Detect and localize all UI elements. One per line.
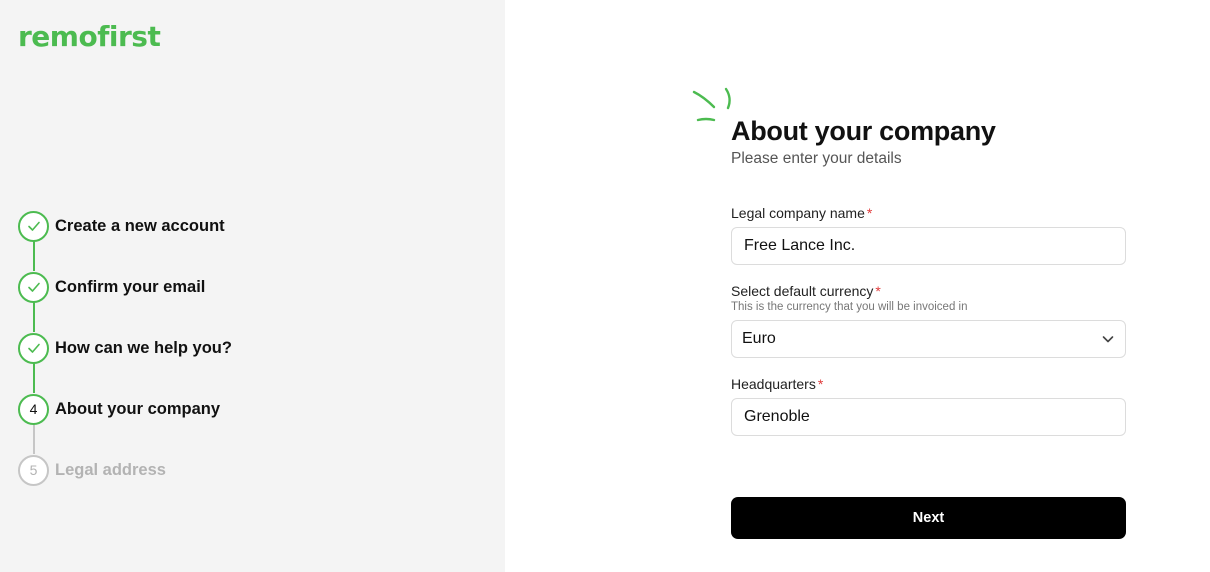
company-form: About your company Please enter your det…	[731, 116, 1126, 436]
currency-value: Euro	[742, 330, 776, 347]
headquarters-label: Headquarters *	[731, 376, 824, 392]
chevron-down-icon	[1102, 336, 1114, 343]
required-marker: *	[875, 283, 881, 299]
step-connector	[32, 302, 35, 332]
step-connector	[32, 241, 35, 271]
sidebar: remofirst Create a new account Confirm y…	[0, 0, 505, 572]
page-subtitle: Please enter your details	[731, 150, 902, 167]
required-marker: *	[866, 205, 873, 221]
step-label: About your company	[55, 399, 221, 418]
step-label: How can we help you?	[55, 338, 232, 357]
step-about-company: 4 About your company	[18, 393, 318, 425]
headquarters-group: Headquarters * Grenoble	[731, 376, 1126, 436]
next-button[interactable]: Next	[731, 497, 1126, 539]
currency-group: Select default currency * This is the cur…	[731, 283, 1126, 358]
currency-label: Select default currency *	[731, 283, 881, 299]
step-connector	[32, 424, 35, 454]
required-marker: *	[817, 376, 824, 392]
company-name-label: Legal company name *	[731, 205, 873, 221]
remofirst-logo: remofirst	[18, 20, 161, 53]
step-label: Create a new account	[55, 216, 225, 235]
step-confirm-email: Confirm your email	[18, 271, 318, 303]
step-label: Legal address	[55, 460, 166, 479]
headquarters-input[interactable]: Grenoble	[731, 398, 1126, 436]
check-icon	[18, 271, 49, 303]
step-how-can-we-help: How can we help you?	[18, 332, 318, 364]
step-legal-address: 5 Legal address	[18, 454, 318, 486]
currency-hint: This is the currency that you will be in…	[731, 301, 968, 313]
step-number: 5	[18, 454, 49, 486]
main-content: About your company Please enter your det…	[505, 0, 1210, 572]
page-title: About your company	[731, 116, 996, 146]
step-number: 4	[18, 393, 49, 425]
check-icon	[18, 210, 49, 242]
step-label: Confirm your email	[55, 277, 206, 296]
check-icon	[18, 332, 49, 364]
company-name-group: Legal company name * Free Lance Inc.	[731, 205, 1126, 265]
company-name-input[interactable]: Free Lance Inc.	[731, 227, 1126, 265]
step-create-account: Create a new account	[18, 210, 318, 242]
currency-select[interactable]: Euro	[731, 320, 1126, 358]
step-connector	[32, 363, 35, 393]
